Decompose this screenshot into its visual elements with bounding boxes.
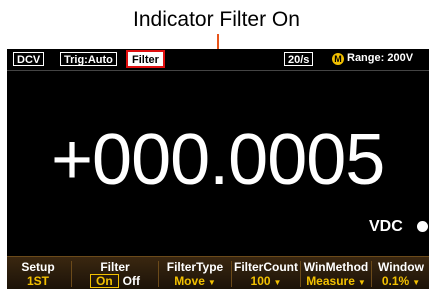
main-reading-area: +000.0005 (7, 70, 429, 256)
range-indicator: Range: 200V (347, 52, 414, 64)
status-bar: DCV Trig:Auto Filter 20/s M Range: 200V (7, 49, 429, 69)
caption-indicator-filter-on: Indicator Filter On (133, 8, 300, 31)
softkey-filter-count-value-wrap: 100 ▼ (233, 274, 299, 288)
filter-off-option[interactable]: Off (123, 274, 140, 288)
softkey-divider (231, 261, 232, 287)
softkey-filter-title: Filter (100, 260, 130, 274)
softkey-setup[interactable]: Setup 1ST (7, 257, 69, 289)
chevron-down-icon: ▼ (273, 278, 282, 287)
status-dot-icon (417, 221, 428, 232)
manual-range-icon: M (332, 53, 344, 65)
chevron-down-icon: ▼ (412, 278, 421, 287)
softkey-win-method-title: WinMethod (303, 260, 369, 274)
unit-label: VDC (369, 218, 403, 235)
chevron-down-icon: ▼ (357, 278, 366, 287)
softkey-win-method-value-wrap: Measure ▼ (302, 274, 370, 288)
measurement-reading: +000.0005 (51, 120, 385, 200)
softkey-filter-type-title: FilterType (166, 260, 224, 274)
softkey-win-method[interactable]: WinMethod Measure ▼ (302, 257, 370, 289)
softkey-filter-count-title: FilterCount (234, 260, 298, 274)
softkey-divider (300, 261, 301, 287)
meter-display: DCV Trig:Auto Filter 20/s M Range: 200V … (7, 49, 429, 289)
chevron-down-icon: ▼ (207, 278, 216, 287)
softkey-bar: Setup 1ST Filter On Off FilterType Move ▼ … (7, 256, 429, 289)
softkey-divider (71, 261, 72, 287)
filter-on-option[interactable]: On (90, 274, 119, 288)
softkey-divider (158, 261, 159, 287)
mode-indicator: DCV (13, 52, 45, 66)
softkey-filter-type-value-wrap: Move ▼ (160, 274, 230, 288)
softkey-filter-count-value: 100 (250, 274, 271, 288)
softkey-win-method-value: Measure (306, 274, 355, 288)
softkey-window-value: 0.1% (381, 274, 410, 288)
softkey-filter-options: On Off (73, 274, 157, 288)
softkey-filter[interactable]: Filter On Off (73, 257, 157, 289)
softkey-filter-type[interactable]: FilterType Move ▼ (160, 257, 230, 289)
softkey-window[interactable]: Window 0.1% ▼ (373, 257, 429, 289)
softkey-window-value-wrap: 0.1% ▼ (373, 274, 429, 288)
softkey-filter-type-value: Move (174, 274, 205, 288)
softkey-divider (371, 261, 372, 287)
softkey-setup-value: 1ST (26, 274, 49, 288)
softkey-setup-title: Setup (21, 260, 55, 274)
softkey-window-title: Window (378, 260, 424, 274)
softkey-filter-count[interactable]: FilterCount 100 ▼ (233, 257, 299, 289)
filter-indicator: Filter (126, 50, 165, 68)
trigger-indicator: Trig:Auto (60, 52, 117, 66)
sample-rate-indicator: 20/s (284, 52, 314, 66)
